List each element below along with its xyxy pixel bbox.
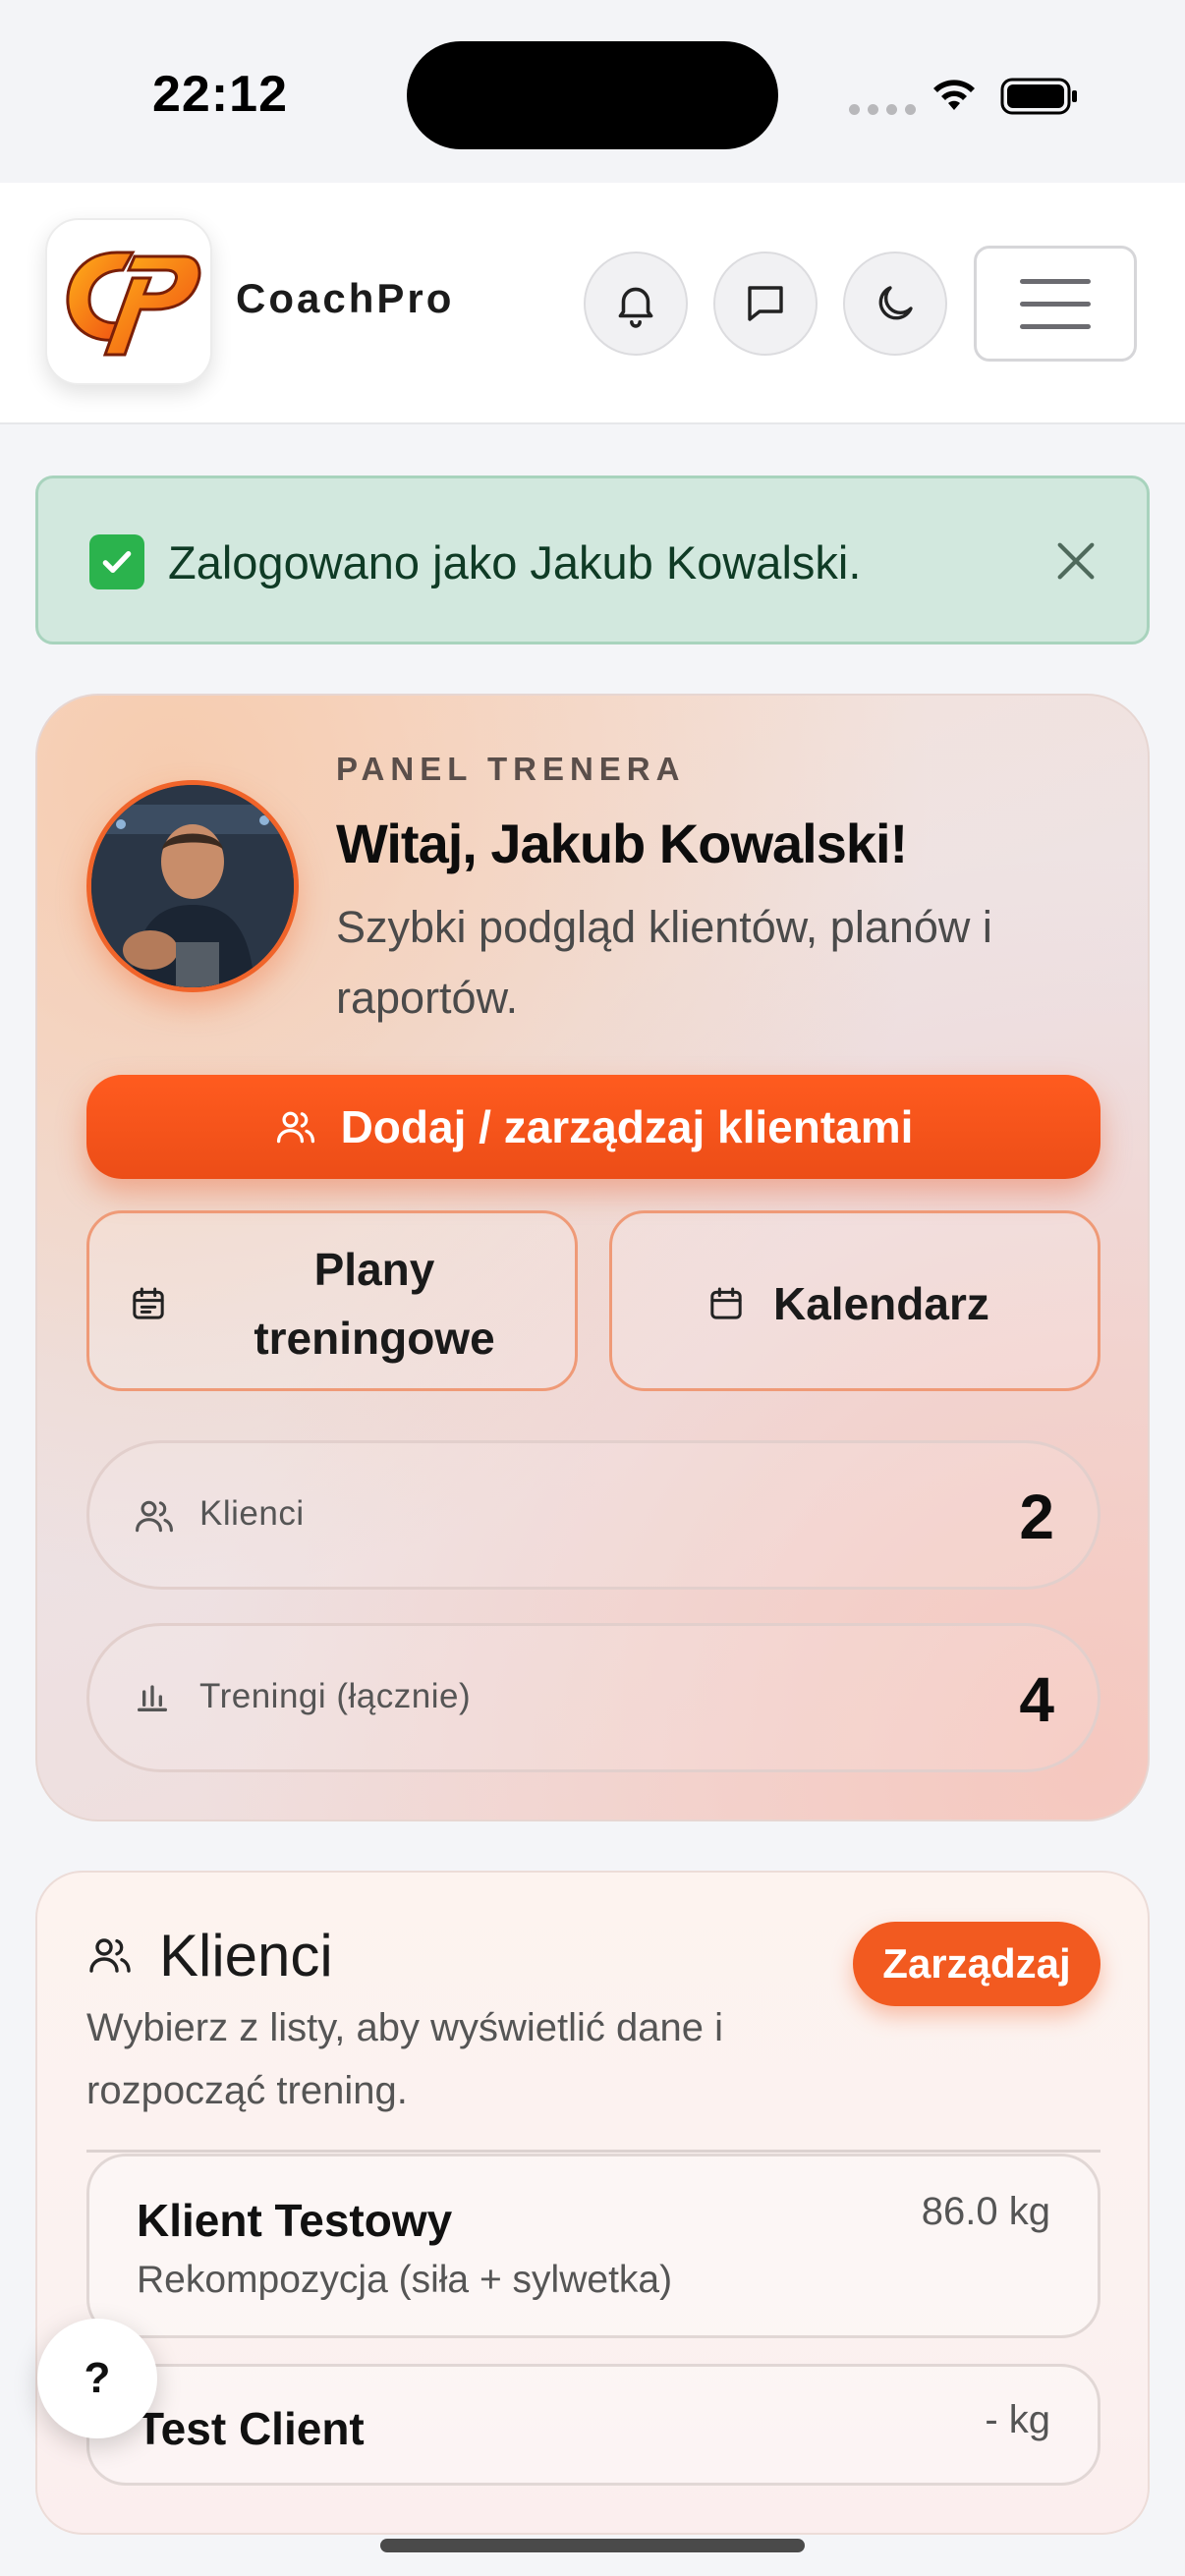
clients-subtitle: Wybierz z listy, aby wyświetlić dane i r…	[86, 2006, 723, 2112]
manage-clients-button[interactable]: Dodaj / zarządzaj klientami	[86, 1075, 1100, 1179]
menu-icon-bar	[1020, 301, 1091, 307]
client-name: Klient Testowy	[137, 2195, 453, 2246]
home-indicator	[380, 2539, 805, 2552]
manage-button[interactable]: Zarządzaj	[853, 1922, 1100, 2006]
wifi-icon	[933, 80, 975, 110]
brand-name: CoachPro	[236, 275, 455, 321]
menu-icon-bar	[1020, 323, 1091, 329]
client-weight: 86.0 kg	[921, 2190, 1050, 2233]
chat-icon	[748, 286, 783, 321]
client-name: Test Client	[137, 2403, 365, 2454]
alert-close-button[interactable]	[1048, 533, 1103, 593]
welcome-subtitle: Szybki podgląd klientów, planów i raport…	[336, 902, 992, 1023]
status-time: 22:12	[152, 66, 288, 123]
login-success-alert: Zalogowano jako Jakub Kowalski.	[35, 476, 1150, 644]
stat-trainings-label: Treningi (łącznie)	[199, 1677, 472, 1715]
theme-toggle-button[interactable]	[843, 252, 947, 356]
brand-logo[interactable]	[45, 218, 212, 385]
users-icon	[89, 1938, 131, 1973]
users-icon	[276, 1111, 314, 1144]
panel-kicker: PANEL TRENERA	[336, 751, 686, 787]
stat-clients: Klienci 2	[86, 1440, 1100, 1590]
avatar	[86, 780, 299, 992]
calendar-button[interactable]: Kalendarz	[609, 1210, 1100, 1391]
status-bar: 22:12	[0, 0, 1185, 183]
menu-icon-bar	[1020, 278, 1091, 284]
coachpro-logo-icon	[66, 251, 201, 357]
alert-message: Zalogowano jako Jakub Kowalski.	[168, 536, 862, 588]
training-plans-button[interactable]: Plany treningowe	[86, 1210, 578, 1391]
dynamic-island	[407, 41, 778, 149]
stat-trainings: Treningi (łącznie) 4	[86, 1623, 1100, 1772]
users-icon	[136, 1500, 173, 1533]
clients-card: Klienci Wybierz z listy, aby wyświetlić …	[35, 1871, 1150, 2535]
bar-chart-icon	[138, 1685, 167, 1711]
client-list-item[interactable]: Klient Testowy Rekompozycja (siła + sylw…	[86, 2154, 1100, 2338]
cellular-signal-icon	[849, 104, 916, 115]
calendar-list-icon	[133, 1287, 164, 1319]
check-mark-icon	[89, 534, 144, 589]
manage-clients-label: Dodaj / zarządzaj klientami	[340, 1101, 914, 1152]
bell-icon	[618, 287, 653, 328]
client-weight: - kg	[985, 2398, 1050, 2441]
welcome-title: Witaj, Jakub Kowalski!	[336, 812, 908, 874]
notifications-button[interactable]	[584, 252, 688, 356]
close-icon	[1057, 542, 1095, 580]
stat-clients-value: 2	[1019, 1482, 1054, 1552]
stat-trainings-value: 4	[1019, 1664, 1054, 1735]
clients-title: Klienci	[159, 1923, 333, 1988]
help-button[interactable]: ?	[37, 2319, 157, 2438]
stat-clients-label: Klienci	[199, 1494, 305, 1533]
trainer-panel-card: PANEL TRENERA Witaj, Jakub Kowalski! Szy…	[35, 694, 1150, 1821]
battery-icon	[1000, 78, 1077, 115]
messages-button[interactable]	[713, 252, 818, 356]
menu-button[interactable]	[974, 246, 1137, 362]
divider	[86, 2150, 1100, 2153]
calendar-label: Kalendarz	[773, 1278, 989, 1329]
app-header: CoachPro	[0, 183, 1185, 424]
moon-icon	[878, 286, 913, 320]
calendar-icon	[710, 1287, 742, 1319]
client-goal: Rekompozycja (siła + sylwetka)	[137, 2259, 673, 2301]
training-plans-label: Plany treningowe	[254, 1244, 495, 1364]
client-list-item[interactable]: Test Client - kg	[86, 2364, 1100, 2486]
